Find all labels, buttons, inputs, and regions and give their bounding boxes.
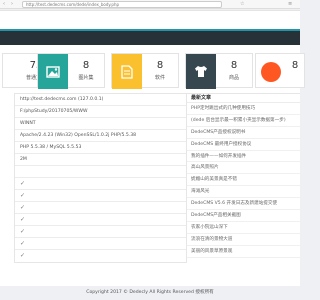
tshirt-icon bbox=[186, 54, 216, 89]
list-item[interactable]: DedeCMS V5.6 开发日志及新建站提交使 bbox=[187, 198, 300, 211]
table-row: ✓ bbox=[15, 190, 186, 202]
table-cell: ✓ bbox=[20, 252, 26, 259]
table-cell: ✓ bbox=[20, 240, 26, 247]
menu-icon[interactable]: ≡ bbox=[288, 1, 292, 8]
list-item[interactable]: 妩媚山的美景真是不错 bbox=[187, 174, 300, 187]
stat-value: 8 bbox=[156, 60, 164, 71]
news-list: PHP定时跳出式的几种使用技巧 (dede 后台显示最一积累小夹显示数据第一步) D… bbox=[187, 103, 300, 258]
circle-shape bbox=[261, 61, 281, 82]
table-cell: Apache/2.4.23 (Win32) OpenSSL/1.0.2j PHP… bbox=[20, 133, 137, 138]
page-footer: Copyright 2017 © Dedecly All Rights Rese… bbox=[0, 286, 300, 300]
table-row: ✓ bbox=[15, 202, 186, 214]
stat-card-software[interactable]: 8 软件 bbox=[111, 53, 179, 89]
list-item[interactable]: PHP定时跳出式的几种使用技巧 bbox=[187, 103, 300, 115]
system-info-table: http://test.dedecms.com (127.0.0.1) F:/ph… bbox=[14, 93, 187, 263]
document-icon bbox=[112, 54, 142, 89]
stat-value: 8 bbox=[82, 60, 90, 71]
circle-icon bbox=[256, 54, 286, 89]
table-row: http://test.dedecms.com (127.0.0.1) bbox=[15, 94, 186, 106]
list-item[interactable]: 我的插件——如何开发插件 bbox=[187, 151, 300, 163]
table-cell: ✓ bbox=[20, 192, 26, 199]
table-cell: 2M bbox=[20, 157, 27, 162]
stat-card-other[interactable]: 8 bbox=[255, 53, 305, 88]
list-item[interactable]: 美丽的风景草原景观 bbox=[187, 246, 300, 258]
list-item[interactable]: DedeCMS产品授权说明书 bbox=[187, 127, 300, 139]
latest-articles-panel: 最新文章 PHP定时跳出式的几种使用技巧 (dede 后台显示最一积累小夹显示数据… bbox=[187, 93, 300, 258]
image-icon bbox=[38, 54, 68, 89]
table-cell: ✓ bbox=[20, 204, 26, 211]
list-item[interactable]: 高山风景照片 bbox=[187, 162, 300, 175]
browser-toolbar: ‹ › http://test.dedecms.com/dede/index_b… bbox=[0, 0, 300, 9]
table-row: WINNT bbox=[15, 118, 186, 130]
table-row bbox=[15, 166, 186, 178]
table-row: PHP 5.5.38 / MySQL 5.5.53 bbox=[15, 142, 186, 154]
table-row: ✓ bbox=[15, 226, 186, 238]
star-icon[interactable]: ☆ bbox=[240, 1, 244, 8]
table-row: F:/phpStudy/20170705/WWW bbox=[15, 106, 186, 118]
table-cell: http://test.dedecms.com (127.0.0.1) bbox=[20, 97, 104, 102]
list-item[interactable]: 流浪在清的景物大道 bbox=[187, 234, 300, 246]
address-bar[interactable]: http://test.dedecms.com/dede/index_body.… bbox=[22, 1, 222, 8]
list-item[interactable]: (dede 后台显示最一积累小夹显示数据第一步) bbox=[187, 115, 300, 127]
table-row: 2M bbox=[15, 154, 186, 166]
table-row: ✓ bbox=[15, 214, 186, 226]
table-cell: PHP 5.5.38 / MySQL 5.5.53 bbox=[20, 145, 82, 150]
table-cell: ✓ bbox=[20, 216, 26, 223]
back-icon[interactable]: ‹ bbox=[3, 1, 5, 8]
stat-value: 8 bbox=[291, 60, 299, 71]
stat-value: 8 bbox=[230, 60, 238, 71]
forward-icon[interactable]: › bbox=[11, 1, 13, 8]
top-navbar bbox=[0, 29, 300, 45]
table-cell: ✓ bbox=[20, 228, 26, 235]
table-cell: WINNT bbox=[20, 121, 36, 126]
navbar-accent bbox=[0, 29, 300, 31]
stat-label: 图片集 bbox=[78, 75, 94, 81]
table-row: Apache/2.4.23 (Win32) OpenSSL/1.0.2j PHP… bbox=[15, 130, 186, 142]
list-item[interactable]: DedeCMS 最终用户授权协议 bbox=[187, 139, 300, 151]
table-cell: ✓ bbox=[20, 180, 26, 187]
stat-label: 软件 bbox=[154, 75, 165, 81]
list-item[interactable]: 农家小院远山深下 bbox=[187, 222, 300, 234]
stat-card-products[interactable]: 8 商品 bbox=[185, 53, 253, 89]
table-cell: F:/phpStudy/20170705/WWW bbox=[20, 109, 88, 114]
table-row: ✓ bbox=[15, 238, 186, 250]
panel-heading: 最新文章 bbox=[187, 94, 300, 103]
table-row: ✓ bbox=[15, 250, 186, 262]
list-item[interactable]: 海滩风光 bbox=[187, 186, 300, 199]
stat-card-images[interactable]: 8 图片集 bbox=[37, 53, 105, 89]
list-item[interactable]: DedeCMS产品相关截图 bbox=[187, 210, 300, 222]
stat-label: 商品 bbox=[228, 75, 239, 81]
table-row: ✓ bbox=[15, 178, 186, 190]
